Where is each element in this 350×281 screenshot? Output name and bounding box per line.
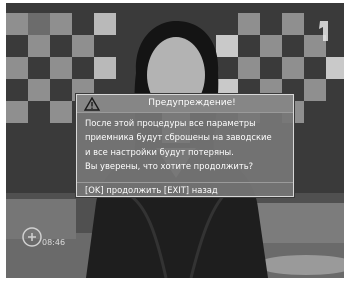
dialog-footer[interactable]: [OK] продолжить [EXIT] назад — [77, 182, 293, 197]
message-line: приемника будут сброшены на заводские — [85, 132, 272, 143]
warning-dialog: Предупреждение! После этой процедуры все… — [76, 94, 294, 197]
channel-one-logo-icon — [319, 21, 328, 41]
message-line: и все настройки будут потеряны. — [85, 146, 234, 157]
dialog-message: После этой процедуры все параметры прием… — [85, 116, 289, 174]
dialog-header: Предупреждение! — [77, 95, 293, 113]
message-line: После этой процедуры все параметры — [85, 118, 256, 128]
clock-readout: 08:46 — [42, 238, 66, 247]
message-line: Вы уверены, что хотите продолжить? — [85, 161, 254, 172]
tv-screen: 08:46 Предупреждение! После этой процеду… — [6, 3, 344, 278]
key-hints[interactable]: [OK] продолжить [EXIT] назад — [85, 183, 218, 197]
dialog-title: Предупреждение! — [148, 98, 236, 108]
